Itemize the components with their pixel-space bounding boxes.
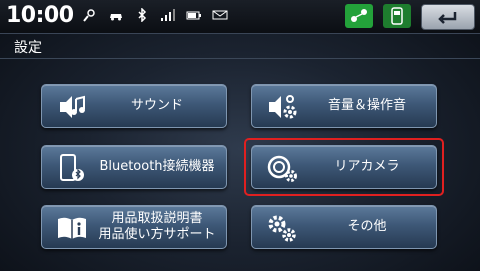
- other-settings-button[interactable]: その他: [251, 205, 437, 249]
- manual-book-icon: [58, 217, 86, 239]
- battery-icon: [186, 11, 201, 20]
- clock: 10:00: [6, 3, 74, 28]
- accessory-manual-button[interactable]: 用品取扱説明書 用品使い方サポート: [41, 205, 227, 249]
- bluetooth-devices-button[interactable]: Bluetooth接続機器: [41, 145, 227, 189]
- accessory-manual-label: 用品取扱説明書 用品使い方サポート: [94, 206, 220, 248]
- back-arrow-icon: [438, 12, 457, 24]
- cell-signal-icon: [161, 9, 175, 21]
- bluetooth-icon: [138, 8, 147, 22]
- volume-operation-sound-label: 音量＆操作音: [327, 98, 406, 113]
- settings-screen: 10:00 設定 サウンド 音量＆操作音 Bluetooth接続機器 リアカメラ…: [0, 0, 480, 271]
- accessory-manual-label-line2: 用品使い方サポート: [98, 227, 216, 242]
- title-divider: [0, 58, 480, 59]
- status-icons: [82, 8, 228, 22]
- gears-icon: [268, 215, 296, 242]
- car-icon: [110, 14, 122, 21]
- volume-operation-sound-button[interactable]: 音量＆操作音: [251, 84, 437, 128]
- satellite-signal-icon: [83, 9, 95, 22]
- bluetooth-devices-label: Bluetooth接続機器: [99, 159, 215, 174]
- page-title: 設定: [14, 40, 42, 56]
- phone-bluetooth-icon: [60, 154, 84, 181]
- status-bar: 10:00: [0, 0, 480, 34]
- sound-button[interactable]: サウンド: [41, 84, 227, 128]
- other-settings-label: その他: [347, 219, 387, 234]
- back-button[interactable]: [421, 4, 475, 30]
- car-mode-indicator-icon[interactable]: [383, 4, 411, 28]
- accessory-manual-label-line1: 用品取扱説明書: [111, 211, 203, 226]
- speaker-gear-icon: [269, 95, 297, 119]
- message-icon: [212, 10, 228, 20]
- speaker-music-icon: [60, 95, 85, 118]
- sound-label: サウンド: [130, 98, 183, 113]
- eco-indicator-icon[interactable]: [345, 4, 373, 28]
- selection-highlight: [244, 138, 444, 196]
